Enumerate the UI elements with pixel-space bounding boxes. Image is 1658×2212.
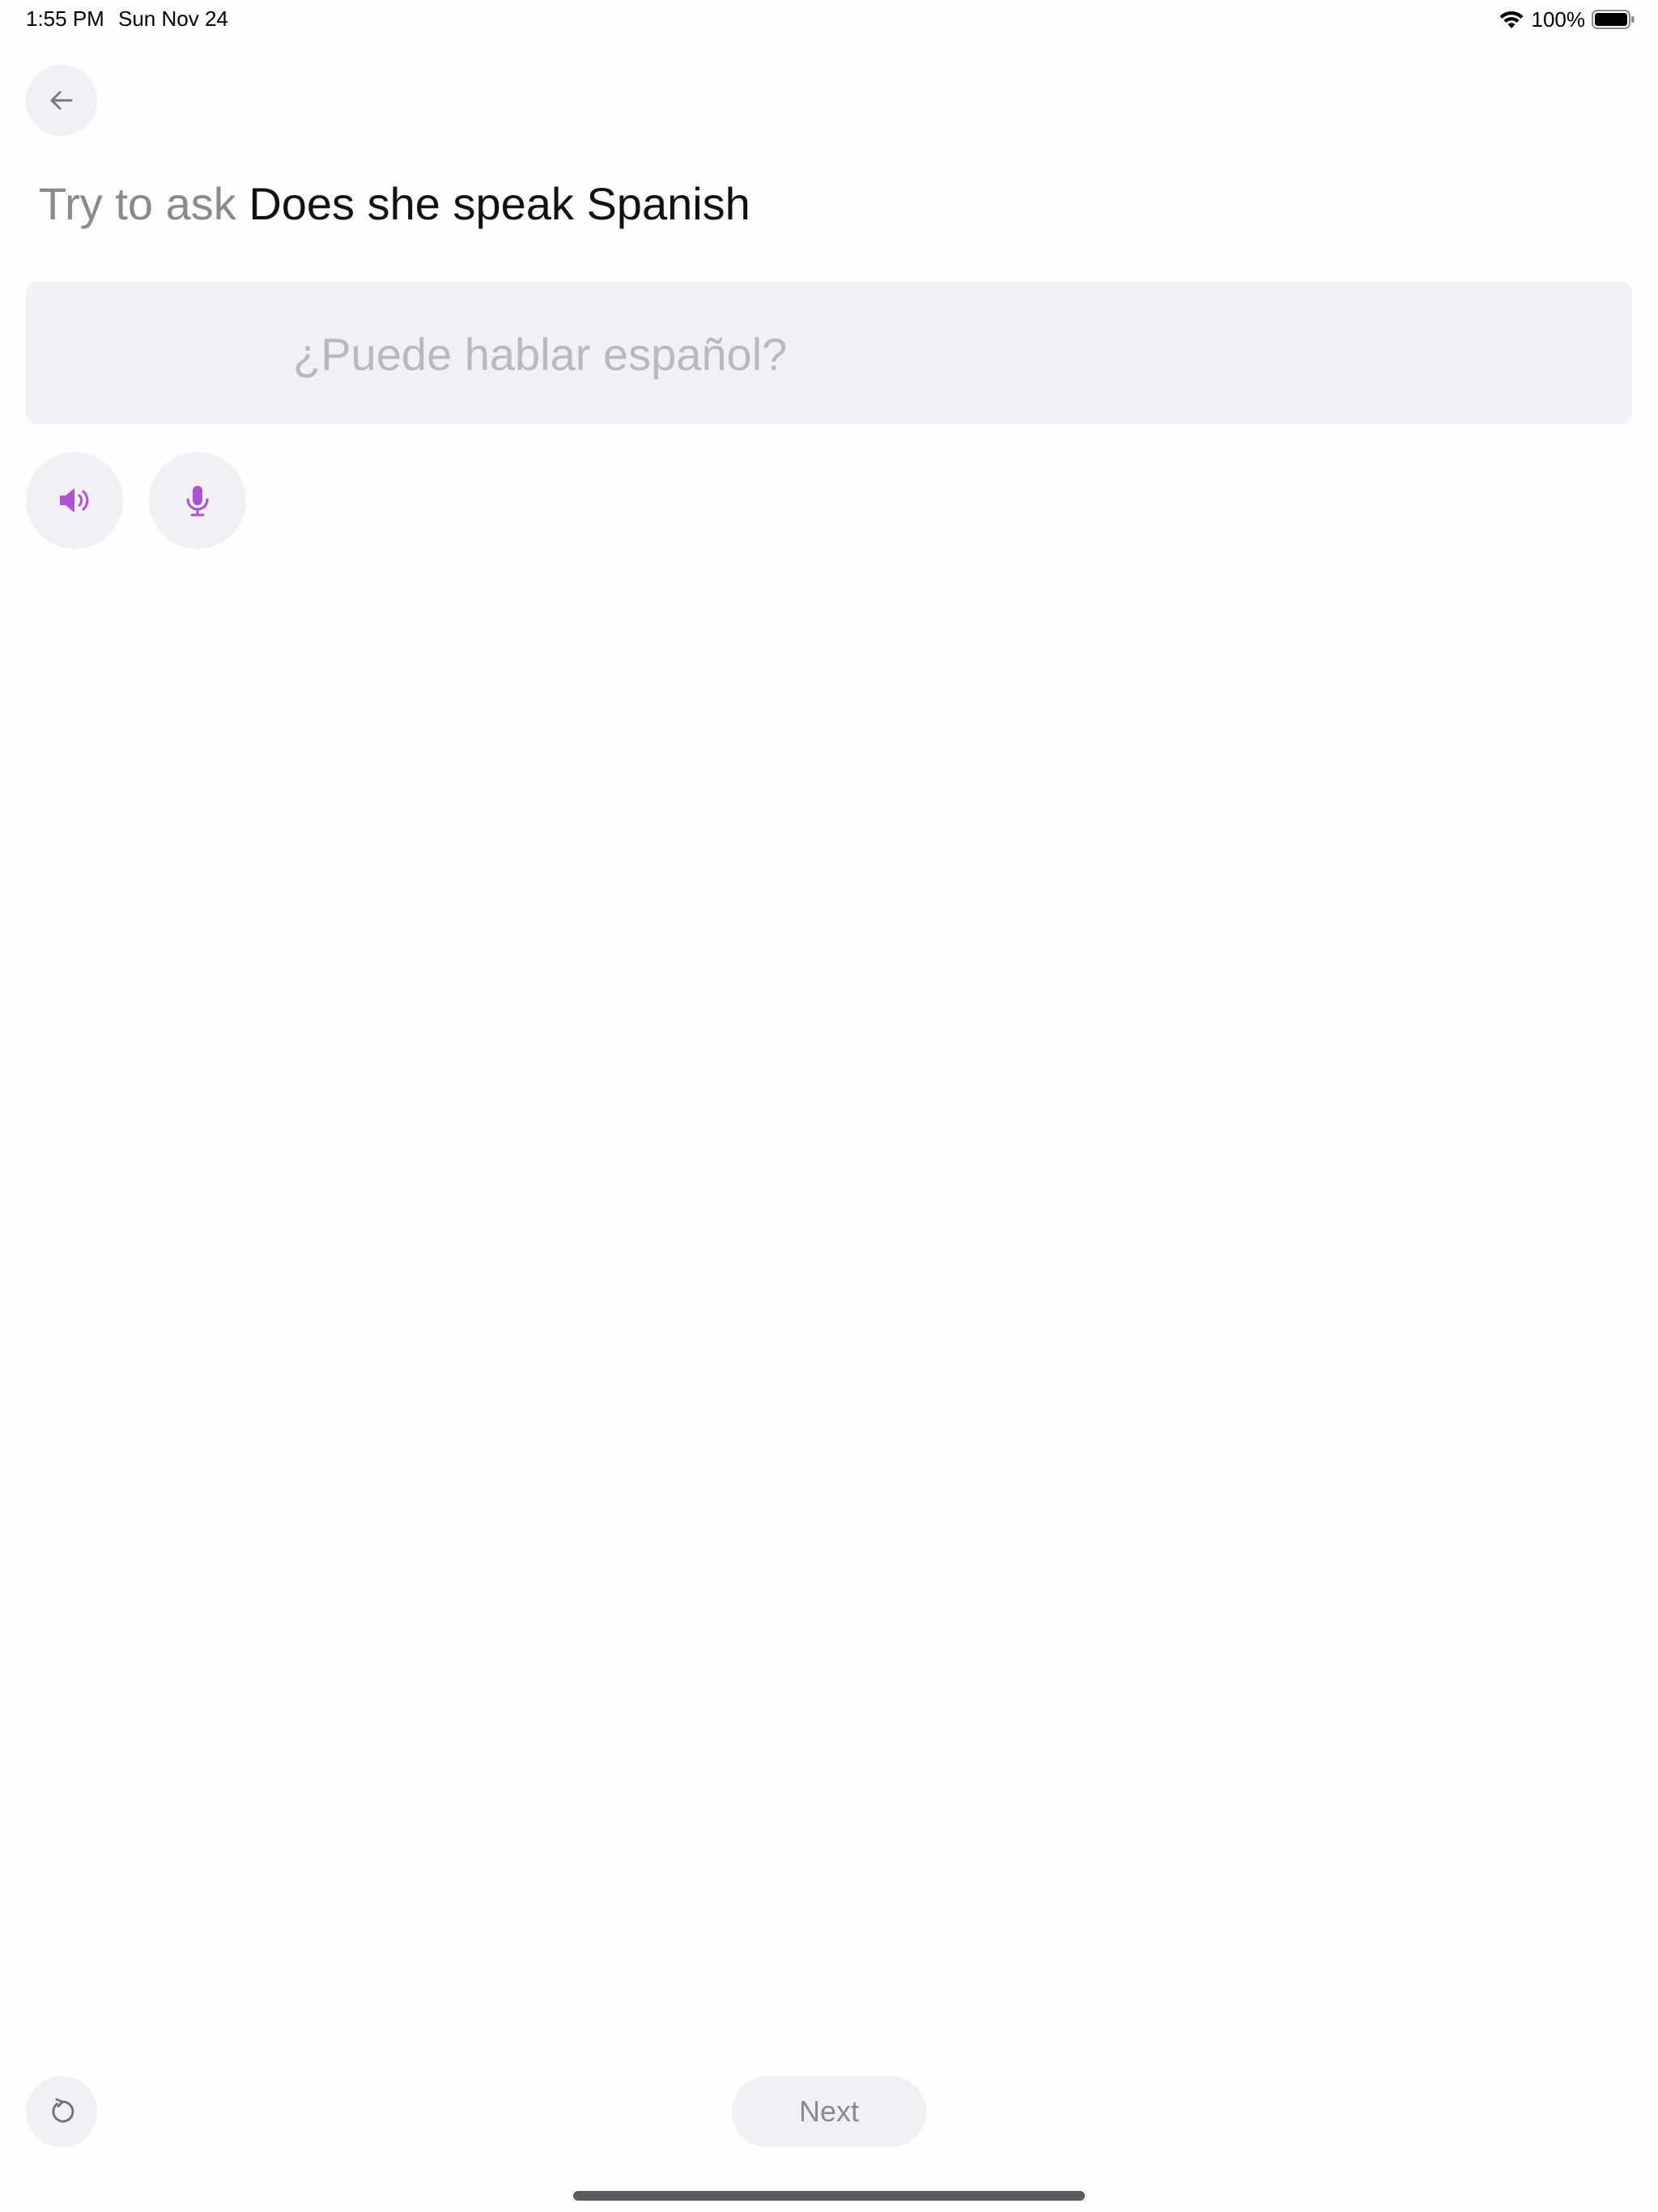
microphone-button[interactable] [149,452,246,549]
answer-input[interactable]: ¿Puede hablar español? [26,282,1632,424]
status-indicators: 100% [1498,5,1636,34]
screen: 1:55 PM Sun Nov 24 100% Try to ask Does … [0,0,1658,2212]
next-button[interactable]: Next [732,2076,926,2147]
status-date: Sun Nov 24 [118,6,228,31]
speaker-button[interactable] [26,452,123,549]
battery-percentage: 100% [1531,6,1586,32]
status-time: 1:55 PM [26,6,104,31]
arrow-left-icon [50,91,73,110]
speaker-icon [60,488,89,513]
prompt-phrase: Does she speak Spanish [249,178,750,229]
battery-icon [1592,10,1635,29]
wifi-icon [1499,11,1523,28]
restart-button[interactable] [26,2076,97,2147]
home-indicator[interactable] [573,2191,1085,2201]
answer-placeholder: ¿Puede hablar español? [293,329,788,380]
restart-icon [52,2098,74,2123]
microphone-icon [186,486,209,517]
prompt-prefix: Try to ask [39,178,236,229]
back-button[interactable] [26,65,97,136]
prompt-line: Try to ask Does she speak Spanish [39,172,750,236]
